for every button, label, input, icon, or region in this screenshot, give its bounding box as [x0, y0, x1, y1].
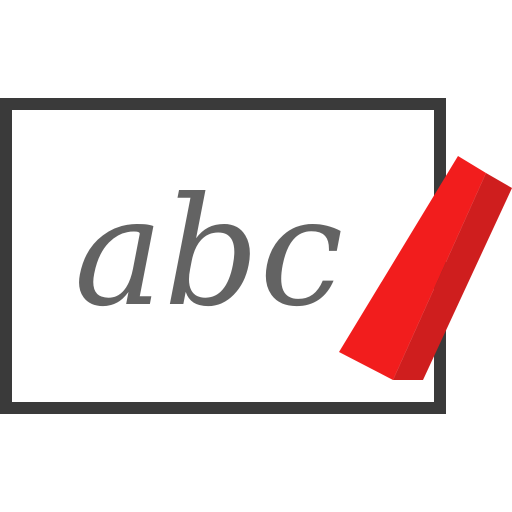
icon-canvas: abc [0, 0, 512, 512]
board-text: abc [74, 166, 343, 340]
handwriting-board-icon: abc [0, 98, 512, 414]
